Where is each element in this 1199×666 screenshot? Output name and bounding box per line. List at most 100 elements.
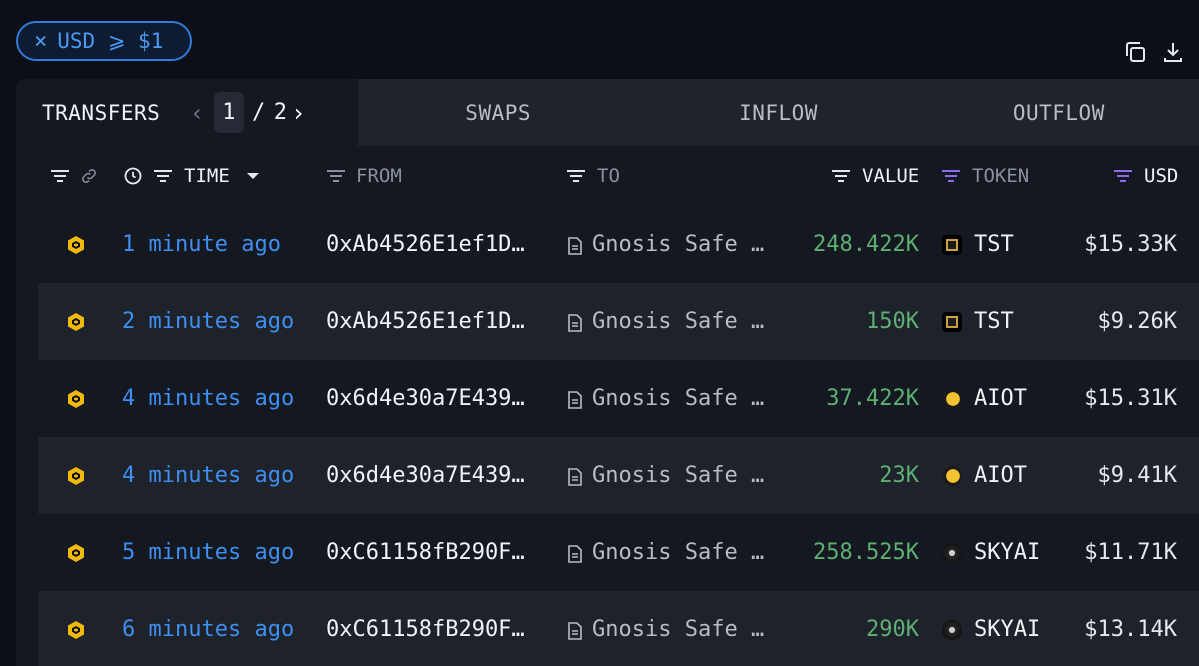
- from-address-link[interactable]: 0xAb4526E1ef1D…: [326, 283, 525, 360]
- token-link[interactable]: TST: [942, 283, 1014, 360]
- usd-value: $9.26K: [1097, 309, 1177, 334]
- usd-filter-icon[interactable]: [1113, 146, 1133, 206]
- to-column-header[interactable]: TO: [597, 146, 620, 206]
- transfer-value: 150K: [866, 309, 919, 334]
- transfer-time-link[interactable]: 1 minute ago: [122, 206, 281, 283]
- link-icon[interactable]: [80, 146, 98, 206]
- to-address-label: Gnosis Safe …: [592, 540, 765, 565]
- bnb-chain-icon: [66, 514, 86, 591]
- pagination: ‹ 1 / 2 ›: [186, 92, 309, 133]
- tab-transfers-label: TRANSFERS: [42, 100, 161, 125]
- token-logo-icon: [942, 311, 962, 332]
- transfer-time-link[interactable]: 5 minutes ago: [122, 514, 294, 591]
- to-address-link[interactable]: Gnosis Safe …: [568, 206, 764, 283]
- table-row[interactable]: 2 minutes ago 0xAb4526E1ef1D… Gnosis Saf…: [38, 283, 1199, 360]
- tab-inflow-label: INFLOW: [739, 100, 818, 125]
- to-filter-icon[interactable]: [566, 146, 586, 206]
- tab-transfers[interactable]: TRANSFERS ‹ 1 / 2 ›: [16, 79, 358, 146]
- token-link[interactable]: AIOT: [942, 437, 1027, 514]
- tab-bar: TRANSFERS ‹ 1 / 2 › SWAPS INFLOW OUTFLOW: [16, 79, 1199, 146]
- transfer-value: 37.422K: [826, 386, 919, 411]
- usd-value: $11.71K: [1084, 540, 1177, 565]
- token-symbol: TST: [974, 232, 1014, 257]
- usd-value: $15.31K: [1084, 386, 1177, 411]
- token-filter-icon[interactable]: [941, 146, 961, 206]
- tab-swaps[interactable]: SWAPS: [358, 79, 638, 146]
- token-logo-icon: [942, 619, 962, 640]
- copy-icon[interactable]: [1123, 40, 1147, 64]
- table-row[interactable]: 5 minutes ago 0xC61158fB290F… Gnosis Saf…: [38, 514, 1199, 591]
- token-logo-icon: [942, 542, 962, 563]
- table-row[interactable]: 4 minutes ago 0x6d4e30a7E439… Gnosis Saf…: [38, 437, 1199, 514]
- tab-inflow[interactable]: INFLOW: [638, 79, 918, 146]
- value-filter-icon[interactable]: [831, 146, 851, 206]
- time-column-header[interactable]: TIME: [184, 146, 230, 206]
- from-column-header[interactable]: FROM: [356, 146, 402, 206]
- current-page[interactable]: 1: [214, 92, 245, 133]
- to-address-link[interactable]: Gnosis Safe …: [568, 514, 764, 591]
- contract-doc-icon: [568, 390, 582, 409]
- to-address-link[interactable]: Gnosis Safe …: [568, 283, 764, 360]
- chain-filter-icon[interactable]: [50, 146, 70, 206]
- filter-label: USD ⩾ $1: [57, 29, 164, 53]
- transfer-value: 258.525K: [813, 540, 919, 565]
- bnb-chain-icon: [66, 591, 86, 666]
- transfer-time-link[interactable]: 4 minutes ago: [122, 437, 294, 514]
- token-symbol: AIOT: [974, 386, 1027, 411]
- bnb-chain-icon: [66, 360, 86, 437]
- time-filter-icon[interactable]: [153, 146, 173, 206]
- total-pages: 2: [273, 100, 288, 125]
- token-link[interactable]: SKYAI: [942, 514, 1040, 591]
- usd-filter-chip[interactable]: × USD ⩾ $1: [16, 21, 192, 61]
- from-address-link[interactable]: 0xAb4526E1ef1D…: [326, 206, 525, 283]
- token-column-header[interactable]: TOKEN: [972, 146, 1029, 206]
- transfer-value: 248.422K: [813, 232, 919, 257]
- token-symbol: SKYAI: [974, 540, 1041, 565]
- transfer-value: 290K: [866, 617, 919, 642]
- to-address-link[interactable]: Gnosis Safe …: [568, 437, 764, 514]
- from-filter-icon[interactable]: [326, 146, 346, 206]
- token-symbol: AIOT: [974, 463, 1027, 488]
- token-link[interactable]: SKYAI: [942, 591, 1040, 666]
- contract-doc-icon: [568, 621, 582, 640]
- remove-filter-icon[interactable]: ×: [34, 29, 47, 54]
- token-symbol: TST: [974, 309, 1014, 334]
- from-address-link[interactable]: 0x6d4e30a7E439…: [326, 360, 525, 437]
- token-link[interactable]: TST: [942, 206, 1014, 283]
- contract-doc-icon: [568, 236, 582, 255]
- transfers-panel: TRANSFERS ‹ 1 / 2 › SWAPS INFLOW OUTFLOW…: [16, 79, 1199, 666]
- next-page-icon[interactable]: ›: [288, 99, 310, 127]
- to-address-link[interactable]: Gnosis Safe …: [568, 591, 764, 666]
- bnb-chain-icon: [66, 437, 86, 514]
- from-address-link[interactable]: 0x6d4e30a7E439…: [326, 437, 525, 514]
- bnb-chain-icon: [66, 206, 86, 283]
- token-symbol: SKYAI: [974, 617, 1041, 642]
- transfer-time-link[interactable]: 6 minutes ago: [122, 591, 294, 666]
- from-address-link[interactable]: 0xC61158fB290F…: [326, 514, 525, 591]
- usd-value: $15.33K: [1084, 232, 1177, 257]
- tab-outflow[interactable]: OUTFLOW: [919, 79, 1199, 146]
- transfer-time-link[interactable]: 2 minutes ago: [122, 283, 294, 360]
- token-link[interactable]: AIOT: [942, 360, 1027, 437]
- token-logo-icon: [942, 388, 962, 409]
- table-row[interactable]: 6 minutes ago 0xC61158fB290F… Gnosis Saf…: [38, 591, 1199, 666]
- to-address-link[interactable]: Gnosis Safe …: [568, 360, 764, 437]
- to-address-label: Gnosis Safe …: [592, 232, 765, 257]
- clock-icon: [123, 146, 143, 206]
- value-column-header[interactable]: VALUE: [862, 146, 919, 206]
- page-separator: /: [252, 100, 266, 125]
- sort-desc-icon[interactable]: [246, 146, 260, 206]
- download-icon[interactable]: [1161, 40, 1185, 64]
- table-row[interactable]: 1 minute ago 0xAb4526E1ef1D… Gnosis Safe…: [38, 206, 1199, 283]
- token-logo-icon: [942, 234, 962, 255]
- usd-column-header[interactable]: USD: [1144, 146, 1178, 206]
- to-address-label: Gnosis Safe …: [592, 309, 765, 334]
- usd-value: $9.41K: [1097, 463, 1177, 488]
- prev-page-icon[interactable]: ‹: [186, 99, 208, 127]
- bnb-chain-icon: [66, 283, 86, 360]
- to-address-label: Gnosis Safe …: [592, 617, 765, 642]
- table-row[interactable]: 4 minutes ago 0x6d4e30a7E439… Gnosis Saf…: [38, 360, 1199, 437]
- transfer-time-link[interactable]: 4 minutes ago: [122, 360, 294, 437]
- table-header: TIME FROM TO VALUE TOKEN USD: [16, 146, 1199, 206]
- from-address-link[interactable]: 0xC61158fB290F…: [326, 591, 525, 666]
